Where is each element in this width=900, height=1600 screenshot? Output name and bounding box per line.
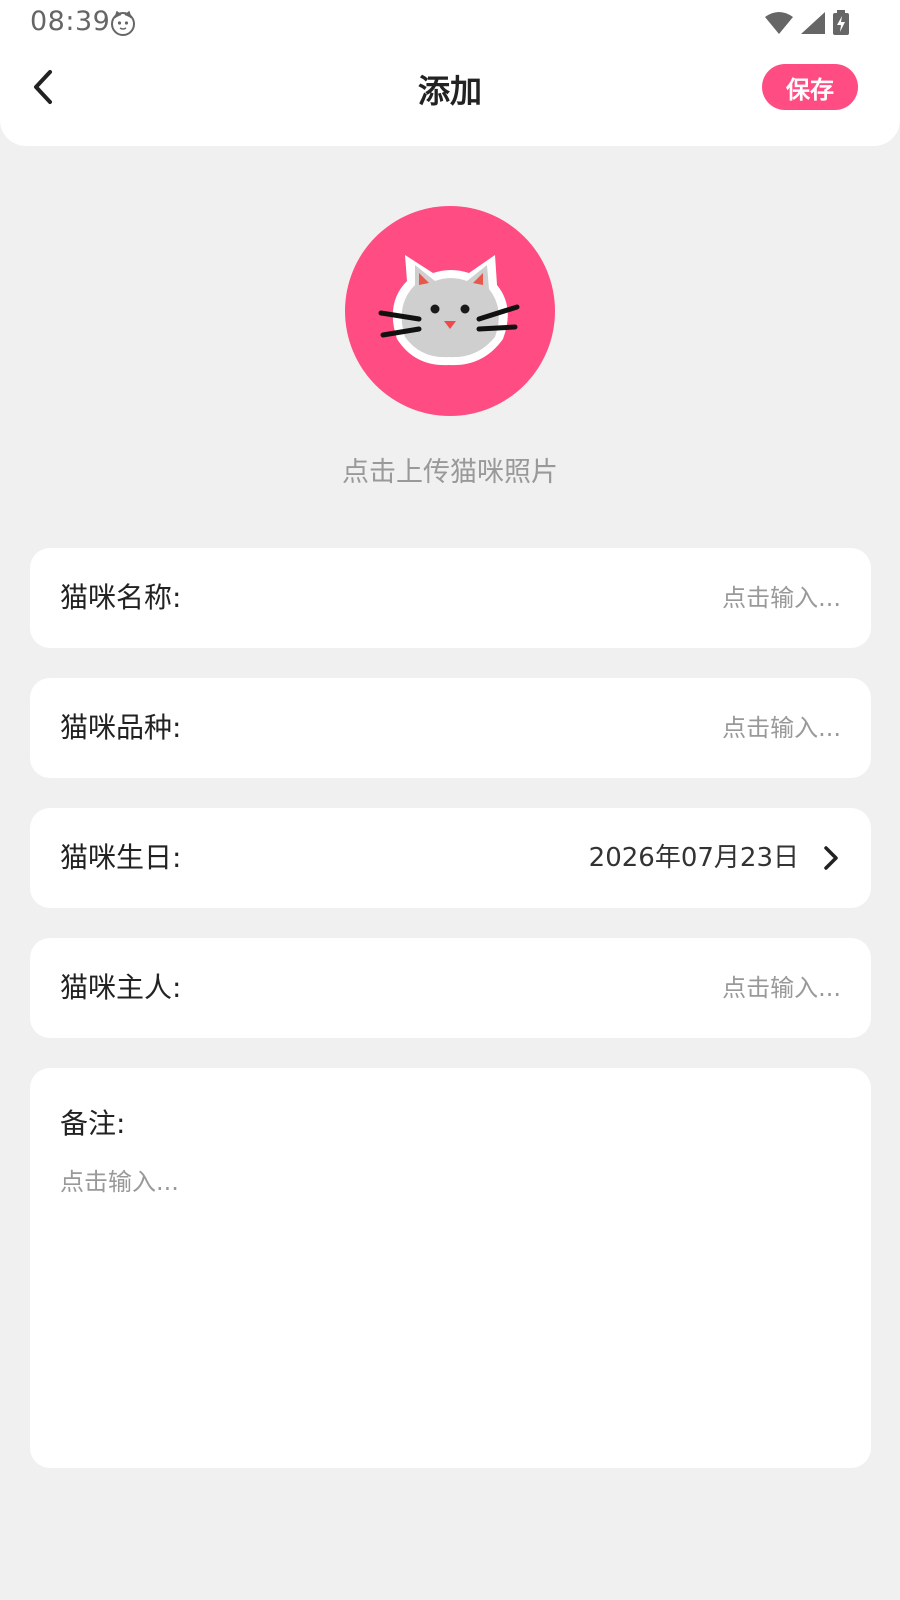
cat-name-row[interactable]: 猫咪名称: — [30, 548, 871, 648]
cat-breed-label: 猫咪品种: — [60, 711, 182, 744]
cat-birthday-value[interactable]: 2026年07月23日 — [589, 808, 799, 908]
cat-photo-upload[interactable] — [345, 206, 555, 416]
status-time: 08:39 — [30, 6, 111, 37]
cat-owner-input[interactable] — [421, 963, 841, 1013]
battery-charging-icon — [833, 10, 849, 35]
top-bar: 08:39 添加 保存 — [0, 0, 900, 146]
save-button[interactable]: 保存 — [762, 64, 858, 110]
cat-breed-row[interactable]: 猫咪品种: — [30, 678, 871, 778]
cat-owner-label: 猫咪主人: — [60, 971, 182, 1004]
notes-box[interactable]: 备注: — [30, 1068, 871, 1468]
wifi-icon — [765, 12, 793, 34]
cat-face-icon — [111, 10, 135, 36]
cat-name-label: 猫咪名称: — [60, 581, 182, 614]
cat-owner-row[interactable]: 猫咪主人: — [30, 938, 871, 1038]
chevron-right-icon — [824, 846, 838, 870]
cat-birthday-label: 猫咪生日: — [60, 841, 182, 874]
upload-photo-hint: 点击上传猫咪照片 — [342, 457, 558, 488]
notes-input[interactable] — [60, 1162, 840, 1432]
status-icons — [764, 10, 850, 36]
cat-face-icon — [378, 255, 520, 366]
cellular-signal-icon — [801, 12, 825, 34]
cat-name-input[interactable] — [421, 573, 841, 623]
cat-birthday-row[interactable]: 猫咪生日: 2026年07月23日 — [30, 808, 871, 908]
cat-breed-input[interactable] — [421, 703, 841, 753]
notes-label: 备注: — [60, 1107, 126, 1140]
